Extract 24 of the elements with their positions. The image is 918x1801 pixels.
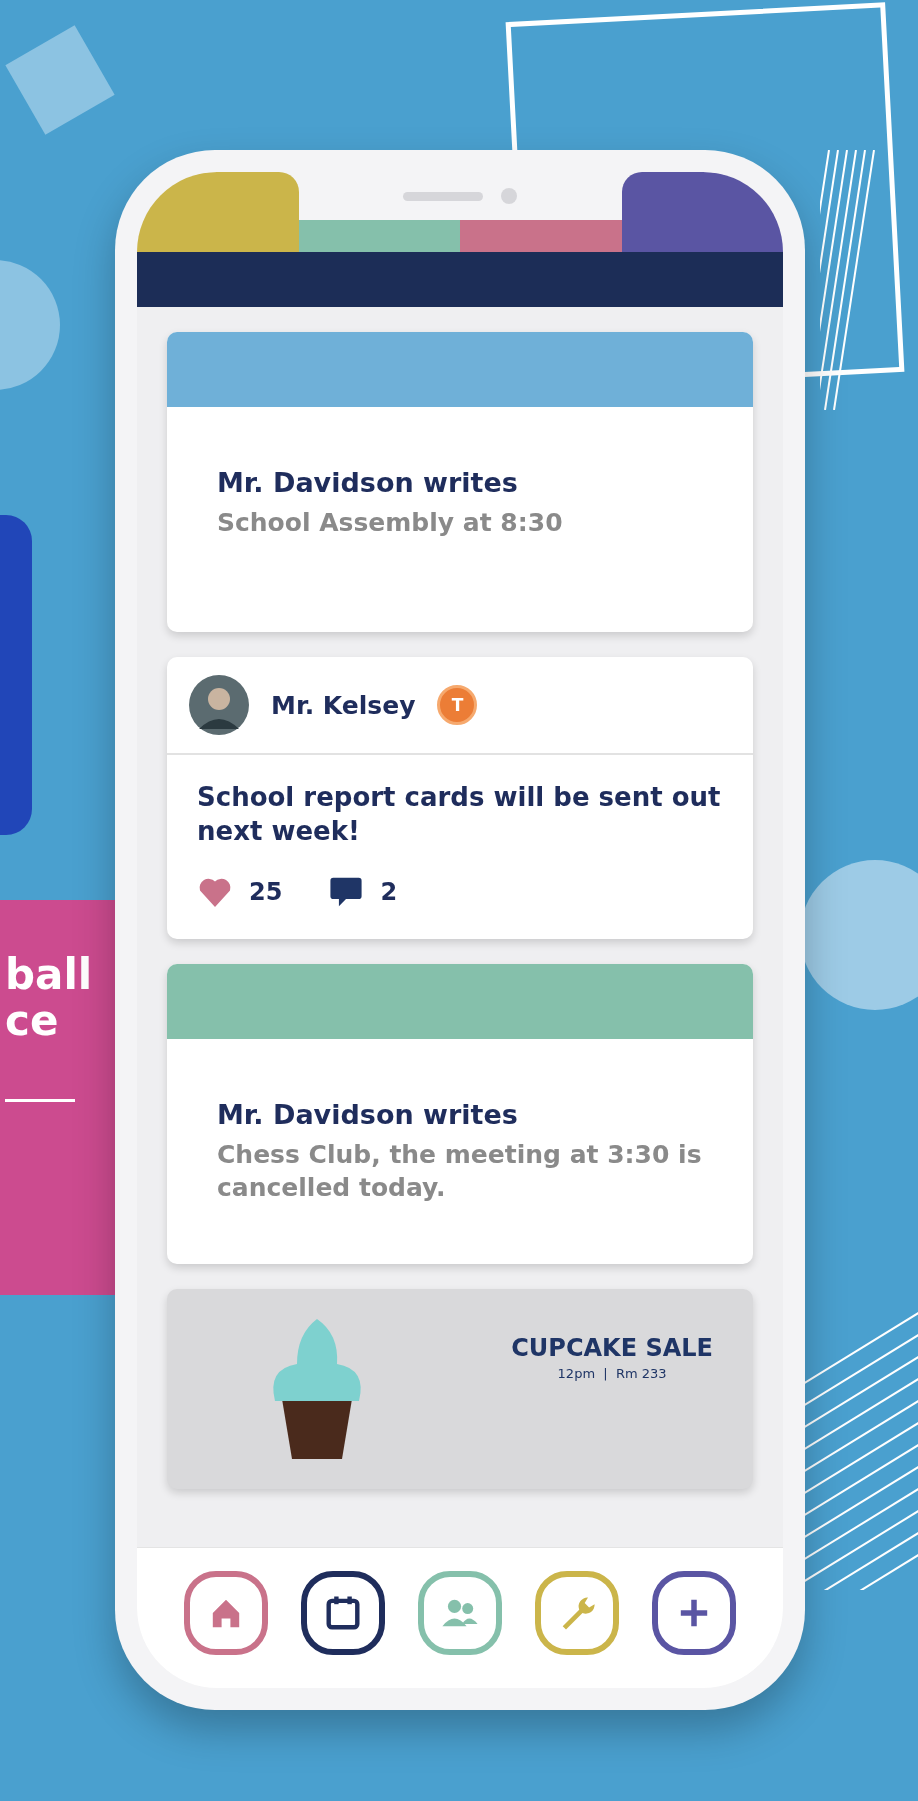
message-text: Chess Club, the meeting at 3:30 is cancelled today. <box>217 1138 703 1205</box>
role-badge: T <box>437 685 478 725</box>
promo-text: ball <box>5 952 93 998</box>
author-text: Mr. Davidson writes <box>217 467 519 498</box>
likes-count: 25 <box>249 877 283 906</box>
home-nav-button[interactable] <box>183 1571 268 1655</box>
post-card[interactable]: Mr. Kelsey T School report cards will be sent out next week! 25 2 <box>167 657 753 939</box>
wrench-nav-button[interactable] <box>535 1571 620 1655</box>
people-nav-button[interactable] <box>417 1571 502 1655</box>
author-text: Mr. Davidson writes <box>217 1098 519 1130</box>
avatar-icon <box>189 675 249 735</box>
header-tab[interactable] <box>621 172 783 252</box>
plus-nav-button[interactable] <box>652 1571 737 1655</box>
announcement-card[interactable]: Mr. Davidson writes Chess Club, the meeting at 3:30 is cancelled today. <box>167 963 753 1264</box>
author-name: Mr. Kelsey <box>271 690 416 720</box>
post-text: School report cards will be sent out next week! <box>197 781 722 848</box>
promo-text: ce <box>5 998 59 1044</box>
comments-count: 2 <box>380 877 398 906</box>
event-banner[interactable]: CUPCAKE SALE 12pm | Rm 233 <box>167 1288 753 1489</box>
message-text: School Assembly at 8:30 <box>217 507 564 539</box>
announcement-card[interactable]: Mr. Davidson writes School Assembly at 8:30 <box>167 332 753 632</box>
banner-title: CUPCAKE SALE <box>511 1333 713 1362</box>
calendar-nav-button[interactable] <box>300 1571 385 1655</box>
banner-subtitle: 12pm | Rm 233 <box>557 1365 667 1381</box>
